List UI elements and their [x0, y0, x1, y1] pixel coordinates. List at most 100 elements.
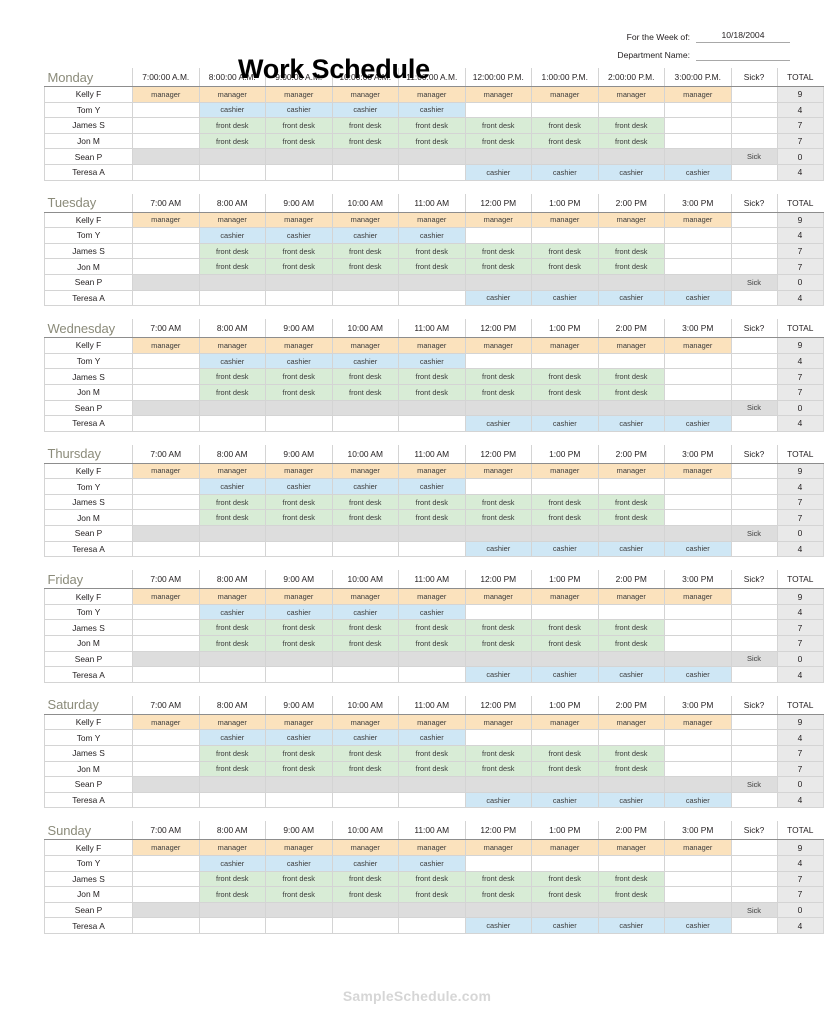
shift-cell[interactable]: manager — [398, 713, 466, 731]
shift-cell[interactable] — [265, 666, 333, 683]
shift-cell[interactable] — [531, 399, 599, 417]
shift-cell[interactable]: front desk — [198, 870, 266, 888]
shift-cell[interactable] — [132, 525, 200, 542]
shift-cell[interactable]: cashier — [398, 478, 466, 495]
shift-cell[interactable]: front desk — [464, 242, 532, 260]
shift-cell[interactable]: front desk — [198, 383, 266, 401]
shift-cell[interactable]: front desk — [331, 870, 399, 888]
shift-cell[interactable] — [132, 619, 200, 637]
shift-cell[interactable] — [132, 227, 200, 244]
shift-cell[interactable] — [664, 242, 732, 260]
shift-cell[interactable] — [664, 478, 732, 495]
sick-cell[interactable] — [730, 729, 778, 746]
shift-cell[interactable] — [132, 383, 200, 401]
shift-cell[interactable]: front desk — [531, 132, 599, 150]
shift-cell[interactable]: cashier — [198, 352, 266, 370]
shift-cell[interactable] — [664, 619, 732, 637]
shift-cell[interactable] — [664, 901, 732, 919]
shift-cell[interactable]: cashier — [398, 101, 466, 119]
shift-cell[interactable]: manager — [132, 839, 200, 856]
shift-cell[interactable]: front desk — [265, 745, 333, 762]
shift-cell[interactable]: cashier — [398, 729, 466, 746]
shift-cell[interactable]: manager — [664, 86, 732, 103]
shift-cell[interactable]: cashier — [265, 729, 333, 746]
sick-cell[interactable] — [730, 493, 778, 511]
sick-cell[interactable]: Sick — [730, 148, 778, 165]
sick-cell[interactable] — [730, 713, 778, 731]
shift-cell[interactable] — [664, 745, 732, 762]
shift-cell[interactable]: manager — [331, 86, 399, 103]
shift-cell[interactable]: manager — [597, 462, 665, 480]
shift-cell[interactable] — [198, 791, 266, 809]
shift-cell[interactable] — [464, 854, 532, 872]
shift-cell[interactable]: cashier — [664, 163, 732, 181]
sick-cell[interactable] — [730, 101, 778, 119]
sick-cell[interactable] — [730, 603, 778, 621]
shift-cell[interactable]: manager — [132, 588, 200, 605]
shift-cell[interactable]: cashier — [597, 540, 665, 558]
shift-cell[interactable] — [597, 227, 665, 244]
shift-cell[interactable] — [464, 901, 532, 919]
shift-cell[interactable] — [132, 117, 200, 134]
shift-cell[interactable]: front desk — [464, 745, 532, 762]
shift-cell[interactable]: front desk — [198, 242, 266, 260]
shift-cell[interactable] — [464, 227, 532, 244]
shift-cell[interactable] — [198, 148, 266, 165]
shift-cell[interactable]: front desk — [198, 132, 266, 150]
shift-cell[interactable] — [464, 399, 532, 417]
shift-cell[interactable] — [132, 148, 200, 165]
sick-cell[interactable]: Sick — [730, 901, 778, 919]
shift-cell[interactable] — [132, 415, 200, 432]
shift-cell[interactable] — [531, 525, 599, 542]
shift-cell[interactable]: front desk — [198, 493, 266, 511]
shift-cell[interactable]: cashier — [331, 729, 399, 746]
shift-cell[interactable]: front desk — [331, 383, 399, 401]
shift-cell[interactable]: cashier — [331, 352, 399, 370]
shift-cell[interactable]: front desk — [331, 635, 399, 652]
shift-cell[interactable]: cashier — [464, 415, 532, 432]
shift-cell[interactable]: front desk — [597, 368, 665, 385]
shift-cell[interactable]: front desk — [198, 258, 266, 275]
sick-cell[interactable] — [730, 870, 778, 888]
shift-cell[interactable] — [132, 917, 200, 934]
shift-cell[interactable] — [664, 854, 732, 872]
sick-cell[interactable]: Sick — [730, 399, 778, 417]
shift-cell[interactable] — [331, 776, 399, 793]
shift-cell[interactable]: front desk — [198, 886, 266, 903]
shift-cell[interactable]: cashier — [664, 540, 732, 558]
shift-cell[interactable] — [664, 729, 732, 746]
shift-cell[interactable]: cashier — [464, 289, 532, 307]
shift-cell[interactable]: front desk — [398, 132, 466, 150]
shift-cell[interactable] — [132, 745, 200, 762]
shift-cell[interactable] — [664, 101, 732, 119]
shift-cell[interactable] — [132, 399, 200, 417]
shift-cell[interactable] — [531, 650, 599, 668]
shift-cell[interactable]: cashier — [198, 854, 266, 872]
shift-cell[interactable] — [132, 901, 200, 919]
sick-cell[interactable] — [730, 760, 778, 778]
shift-cell[interactable] — [664, 635, 732, 652]
sick-cell[interactable] — [730, 117, 778, 134]
shift-cell[interactable] — [597, 729, 665, 746]
shift-cell[interactable]: front desk — [331, 242, 399, 260]
sick-cell[interactable]: Sick — [730, 776, 778, 793]
shift-cell[interactable] — [664, 870, 732, 888]
shift-cell[interactable]: manager — [464, 588, 532, 605]
shift-cell[interactable] — [664, 399, 732, 417]
sick-cell[interactable] — [730, 163, 778, 181]
shift-cell[interactable]: cashier — [597, 415, 665, 432]
sick-cell[interactable] — [730, 635, 778, 652]
shift-cell[interactable] — [265, 289, 333, 307]
shift-cell[interactable] — [331, 791, 399, 809]
shift-cell[interactable]: cashier — [398, 854, 466, 872]
shift-cell[interactable] — [198, 650, 266, 668]
shift-cell[interactable]: cashier — [265, 227, 333, 244]
shift-cell[interactable] — [597, 352, 665, 370]
sick-cell[interactable]: Sick — [730, 650, 778, 668]
shift-cell[interactable]: cashier — [198, 478, 266, 495]
shift-cell[interactable] — [531, 776, 599, 793]
shift-cell[interactable]: front desk — [464, 117, 532, 134]
shift-cell[interactable] — [132, 509, 200, 527]
shift-cell[interactable]: manager — [198, 211, 266, 229]
shift-cell[interactable]: manager — [464, 839, 532, 856]
